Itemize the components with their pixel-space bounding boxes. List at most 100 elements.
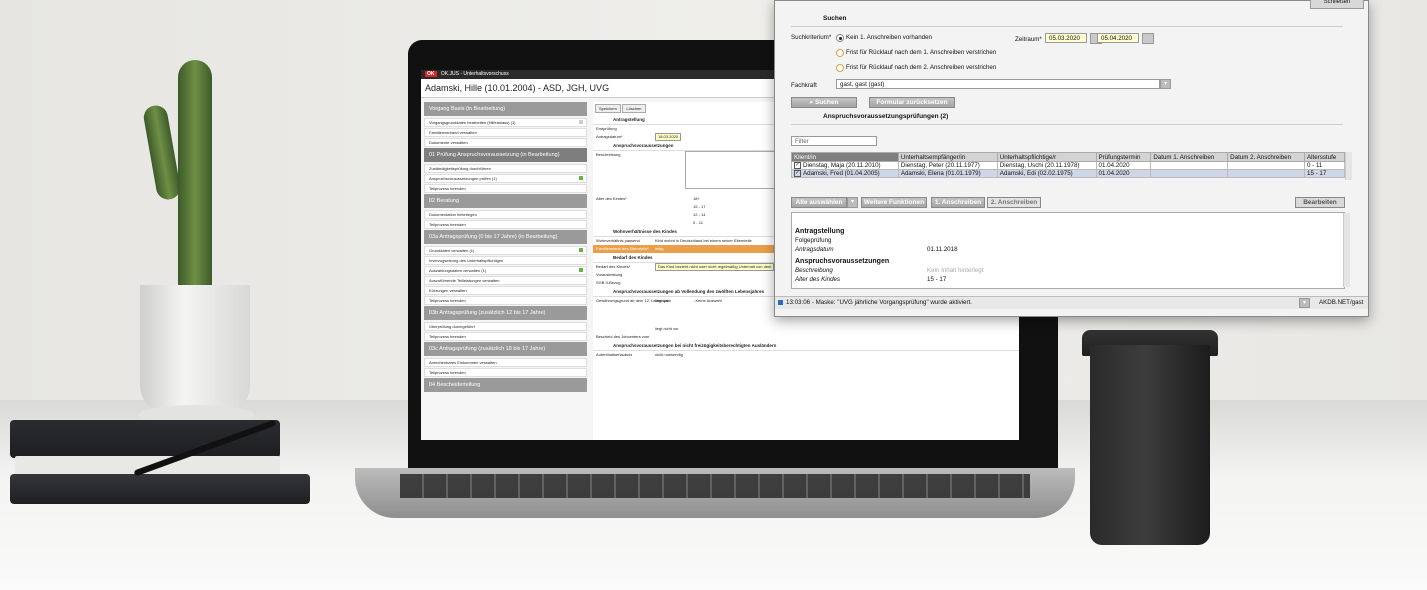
filter-input[interactable]: Filter — [791, 136, 877, 146]
period-to-field[interactable]: 05.04.2020 — [1097, 33, 1139, 43]
process-step-item[interactable]: Kürzungen verwalten — [424, 286, 587, 295]
process-step-item[interactable]: Auszuführende Teilleistungen verwalten — [424, 276, 587, 285]
criterion-radio-1[interactable] — [836, 34, 844, 42]
fachkraft-select[interactable]: gast, gast (gast) — [836, 79, 1160, 89]
process-step-item[interactable]: Anrechenbares Einkommen verwalten — [424, 358, 587, 367]
process-group-header[interactable]: 03c Antragsprüfung (zusätzlich 18 bis 17… — [424, 342, 587, 356]
process-step-label: Familienverband verwalten — [429, 130, 477, 135]
chevron-down-icon[interactable]: ▾ — [1160, 79, 1171, 89]
table-cell: Adamski, Edi (02.02.1975) — [996, 169, 1097, 179]
process-step-item[interactable]: Teilprozess beenden — [424, 368, 587, 377]
wohn-checkbox[interactable]: Kind wohnt in Deutschland bei einem sein… — [655, 237, 752, 245]
alter-option[interactable]: 18+ — [693, 195, 700, 203]
alter-option[interactable]: 0 - 11 — [693, 219, 703, 227]
process-step-label: Auszuführende Teilleistungen verwalten — [429, 278, 500, 283]
fachkraft-label: Fachkraft — [791, 82, 817, 89]
process-step-item[interactable]: Auszahlungsdaten verwalten (1) — [424, 266, 587, 275]
process-step-item[interactable]: Dokumente verwalten — [424, 138, 587, 147]
process-group-header[interactable]: Vorgang Basis (in Bearbeitung) — [424, 102, 587, 116]
process-step-label: Überprüfung durchgeführt — [429, 324, 475, 329]
process-step-item[interactable]: Inverzugsetzung des Unterhaltspflichtige… — [424, 256, 587, 265]
liegt-vor-option[interactable]: liegt vor — [655, 297, 669, 305]
process-step-item[interactable]: Zuständigkeitsprüfung durchführen — [424, 164, 587, 173]
table-header-row: Klient/in Unterhaltsempfänger/in Unterha… — [791, 152, 1345, 162]
process-step-label: Anrechenbares Einkommen verwalten — [429, 360, 497, 365]
coffee-cup — [1090, 345, 1210, 545]
process-step-item[interactable]: Überprüfung durchgeführt — [424, 322, 587, 331]
process-step-item[interactable]: Anspruchsvoraussetzungen prüfen (1) — [424, 174, 587, 183]
column-header[interactable]: Prüfungstermin — [1095, 152, 1152, 162]
table-cell — [1227, 160, 1306, 171]
letter-1-button[interactable]: 1. Anschreiben — [931, 197, 985, 208]
column-header[interactable]: Datum 1. Anschreiben — [1150, 152, 1229, 162]
process-step-item[interactable]: Familienverband verwalten — [424, 128, 587, 137]
process-group-header[interactable]: 04 Bescheiderteilung — [424, 378, 587, 392]
save-button[interactable]: Speichern — [595, 104, 622, 113]
delete-button[interactable]: Löschen — [622, 104, 646, 113]
search-button[interactable]: ⌕ Suchen — [791, 97, 857, 108]
table-cell: Dienstag, Peter (20.11.1977) — [897, 160, 998, 171]
column-header[interactable]: Klient/in — [791, 152, 899, 162]
column-header[interactable]: Unterhaltspflichtige/r — [996, 152, 1097, 162]
criterion-radio-2[interactable] — [836, 49, 844, 57]
process-group-header[interactable]: 02 Beratung — [424, 194, 587, 208]
close-button[interactable]: Schließen — [1310, 0, 1364, 9]
alter-option[interactable]: 15 - 17 — [693, 203, 705, 211]
chevron-down-icon[interactable]: ▾ — [1299, 298, 1310, 308]
antragsdatum-field[interactable]: 18.03.2020 — [655, 133, 682, 141]
table-cell: ✓ Adamski, Fred (01.04.2005) — [791, 169, 899, 179]
gewaehrung-select[interactable]: - Keine Auswahl — [693, 297, 722, 305]
detail-label: Anspruchsvoraussetzungen — [795, 258, 890, 265]
table-scrollbar[interactable] — [1345, 152, 1352, 180]
alter-option[interactable]: 12 - 14 — [693, 211, 705, 219]
criterion-radio-3[interactable] — [836, 64, 844, 72]
status-check-icon — [579, 120, 583, 124]
table-row[interactable]: ✓ Dienstag, Maja (20.11.2010) Dienstag, P… — [791, 160, 1345, 171]
process-step-label: Anspruchsvoraussetzungen prüfen (1) — [429, 176, 497, 181]
liegt-nicht-vor-option[interactable]: liegt nicht vor — [655, 325, 679, 333]
criterion-option-2[interactable]: Frist für Rücklauf nach dem 1. Anschreib… — [846, 49, 996, 56]
edit-button[interactable]: Bearbeiten — [1295, 197, 1345, 208]
checkbox-checked-icon[interactable]: ✓ — [794, 162, 801, 169]
checkbox-checked-icon[interactable]: ✓ — [794, 170, 801, 178]
select-all-button[interactable]: Alle auswählen — [791, 197, 847, 208]
bedarf-field[interactable]: Das Kind bezieht nicht oder nicht regelm… — [655, 263, 775, 271]
process-step-label: Teilprozess beenden — [429, 186, 466, 191]
process-group-header[interactable]: 01 Prüfung Anspruchsvoraussetzung (in Be… — [424, 148, 587, 162]
process-step-label: Dokumente verwalten — [429, 140, 468, 145]
calendar-icon[interactable] — [1142, 33, 1154, 44]
letter-2-button[interactable]: 2. Anschreiben — [987, 197, 1041, 208]
process-step-item[interactable]: Dokumentation hinterlegen — [424, 210, 587, 219]
cactus — [178, 60, 212, 290]
process-group-header[interactable]: 03a Antragsprüfung (0 bis 17 Jahre) (in … — [424, 230, 587, 244]
process-step-item[interactable]: Teilprozess beenden — [424, 332, 587, 341]
column-header[interactable]: Unterhaltsempfänger/in — [897, 152, 998, 162]
famstand-field[interactable]: ledig — [655, 245, 663, 253]
table-cell: 01.04.2020 — [1095, 169, 1152, 179]
process-step-item[interactable]: Teilprozess beenden — [424, 220, 587, 229]
more-functions-button[interactable]: Weitere Funktionen — [861, 197, 927, 208]
criterion-option-3[interactable]: Frist für Rücklauf nach dem 2. Anschreib… — [846, 64, 996, 71]
process-step-label: Teilprozess beenden — [429, 370, 466, 375]
table-cell — [1227, 169, 1306, 179]
period-from-field[interactable]: 05.03.2020 — [1045, 33, 1087, 43]
chevron-down-icon[interactable]: ▾ — [847, 197, 858, 208]
process-step-item[interactable]: Grunddaten verwalten (1) — [424, 246, 587, 255]
results-legend: Anspruchsvoraussetzungsprüfungen (2) — [823, 113, 949, 120]
nicht-notwendig-option[interactable]: nicht notwendig — [655, 351, 683, 359]
column-header[interactable]: Altersstufe — [1304, 152, 1345, 162]
detail-label: Folgeprüfung — [795, 237, 832, 244]
details-scrollbar[interactable] — [1343, 213, 1350, 287]
laptop-keyboard — [400, 474, 1030, 498]
process-group-header[interactable]: 03b Antragsprüfung (zusätzlich 12 bis 17… — [424, 306, 587, 320]
table-cell: 15 - 17 — [1304, 169, 1345, 179]
reset-button[interactable]: Formular zurücksetzen — [869, 97, 955, 108]
process-step-item[interactable]: Teilprozess beenden — [424, 184, 587, 193]
process-step-item[interactable]: Teilprozess beenden — [424, 296, 587, 305]
criterion-option-1[interactable]: Kein 1. Anschreiben vorhanden — [846, 34, 932, 41]
table-row[interactable]: ✓ Adamski, Fred (01.04.2005) Adamski, Ele… — [791, 169, 1345, 179]
process-step-label: Auszahlungsdaten verwalten (1) — [429, 268, 487, 273]
detail-value: 01.11.2018 — [927, 246, 958, 253]
column-header[interactable]: Datum 2. Anschreiben — [1227, 152, 1306, 162]
process-step-item[interactable]: Vorgangsgrunddaten bearbeiten (Hilfeanla… — [424, 118, 587, 127]
